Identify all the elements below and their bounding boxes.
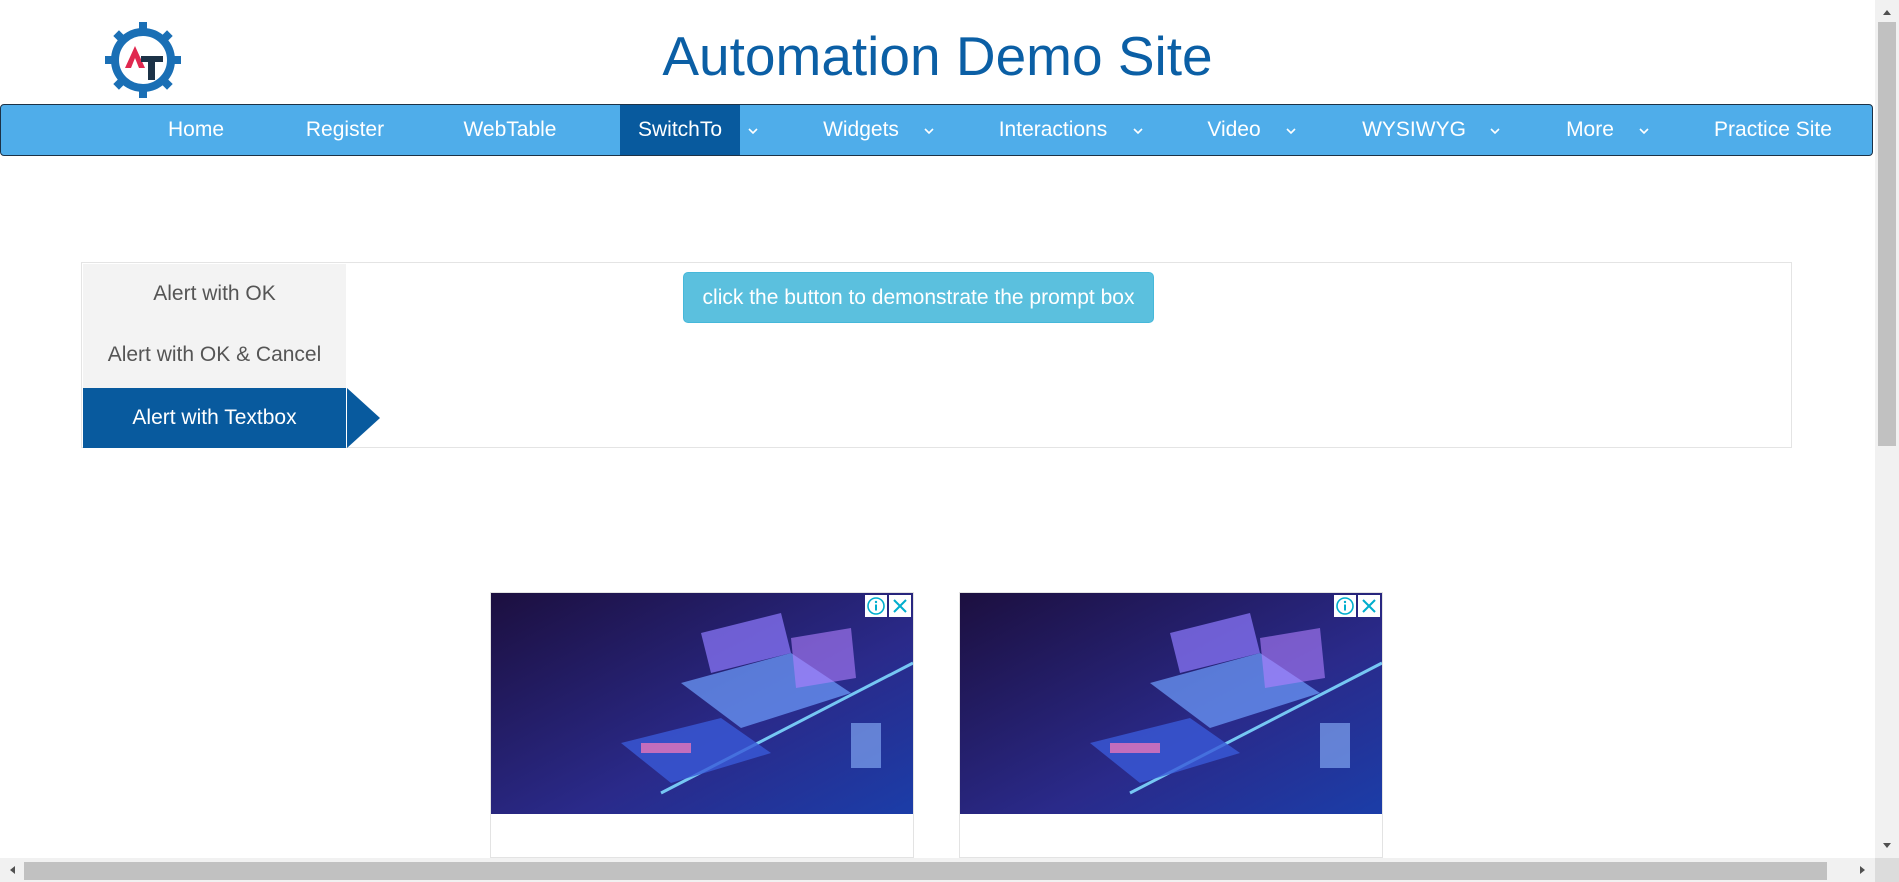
vertical-scroll-thumb[interactable] <box>1878 22 1896 446</box>
chevron-down-icon[interactable] <box>1284 124 1298 138</box>
info-icon[interactable] <box>1334 595 1356 617</box>
scroll-right-arrow-icon[interactable] <box>1857 864 1869 876</box>
info-icon[interactable] <box>865 595 887 617</box>
tab-alert-textbox[interactable]: Alert with Textbox <box>83 388 346 448</box>
horizontal-scrollbar[interactable] <box>0 858 1875 882</box>
chevron-down-icon[interactable] <box>1637 124 1651 138</box>
nav-webtable[interactable]: WebTable <box>454 105 566 155</box>
nav-practice-site[interactable]: Practice Site <box>1703 105 1843 155</box>
prompt-box-button[interactable]: click the button to demonstrate the prom… <box>683 272 1154 323</box>
scrollbar-corner <box>1875 858 1899 882</box>
tab-alert-ok[interactable]: Alert with OK <box>83 264 346 324</box>
close-icon[interactable] <box>889 595 911 617</box>
page-title: Automation Demo Site <box>662 25 1213 87</box>
nav-register[interactable]: Register <box>294 105 396 155</box>
chevron-down-icon[interactable] <box>1131 124 1145 138</box>
horizontal-scroll-thumb[interactable] <box>24 862 1827 880</box>
nav-more[interactable]: More <box>1557 105 1623 155</box>
ad-image[interactable] <box>960 593 1382 814</box>
chevron-down-icon[interactable] <box>922 124 936 138</box>
scroll-up-arrow-icon[interactable] <box>1881 6 1893 18</box>
nav-widgets[interactable]: Widgets <box>807 105 915 155</box>
nav-video[interactable]: Video <box>1197 105 1271 155</box>
chevron-down-icon[interactable] <box>1488 124 1502 138</box>
nav-home[interactable]: Home <box>151 105 241 155</box>
ad-banner[interactable] <box>490 592 914 858</box>
vertical-scrollbar[interactable] <box>1875 0 1899 858</box>
alert-tabs: Alert with OK Alert with OK & Cancel Ale… <box>83 264 380 448</box>
chevron-down-icon[interactable] <box>746 124 760 138</box>
nav-wysiwyg[interactable]: WYSIWYG <box>1355 105 1473 155</box>
ad-banner[interactable] <box>959 592 1383 858</box>
close-icon[interactable] <box>1358 595 1380 617</box>
page: Automation Demo Site Home Register WebTa… <box>0 0 1875 858</box>
nav-interactions[interactable]: Interactions <box>991 105 1115 155</box>
active-tab-arrow <box>347 388 380 448</box>
tab-alert-ok-cancel[interactable]: Alert with OK & Cancel <box>83 325 346 385</box>
alerts-panel: Alert with OK Alert with OK & Cancel Ale… <box>81 262 1792 448</box>
scroll-left-arrow-icon[interactable] <box>6 864 18 876</box>
ad-image[interactable] <box>491 593 913 814</box>
main-navbar: Home Register WebTable SwitchTo Widgets … <box>0 104 1873 156</box>
scroll-down-arrow-icon[interactable] <box>1881 840 1893 852</box>
nav-switchto[interactable]: SwitchTo <box>620 105 740 155</box>
